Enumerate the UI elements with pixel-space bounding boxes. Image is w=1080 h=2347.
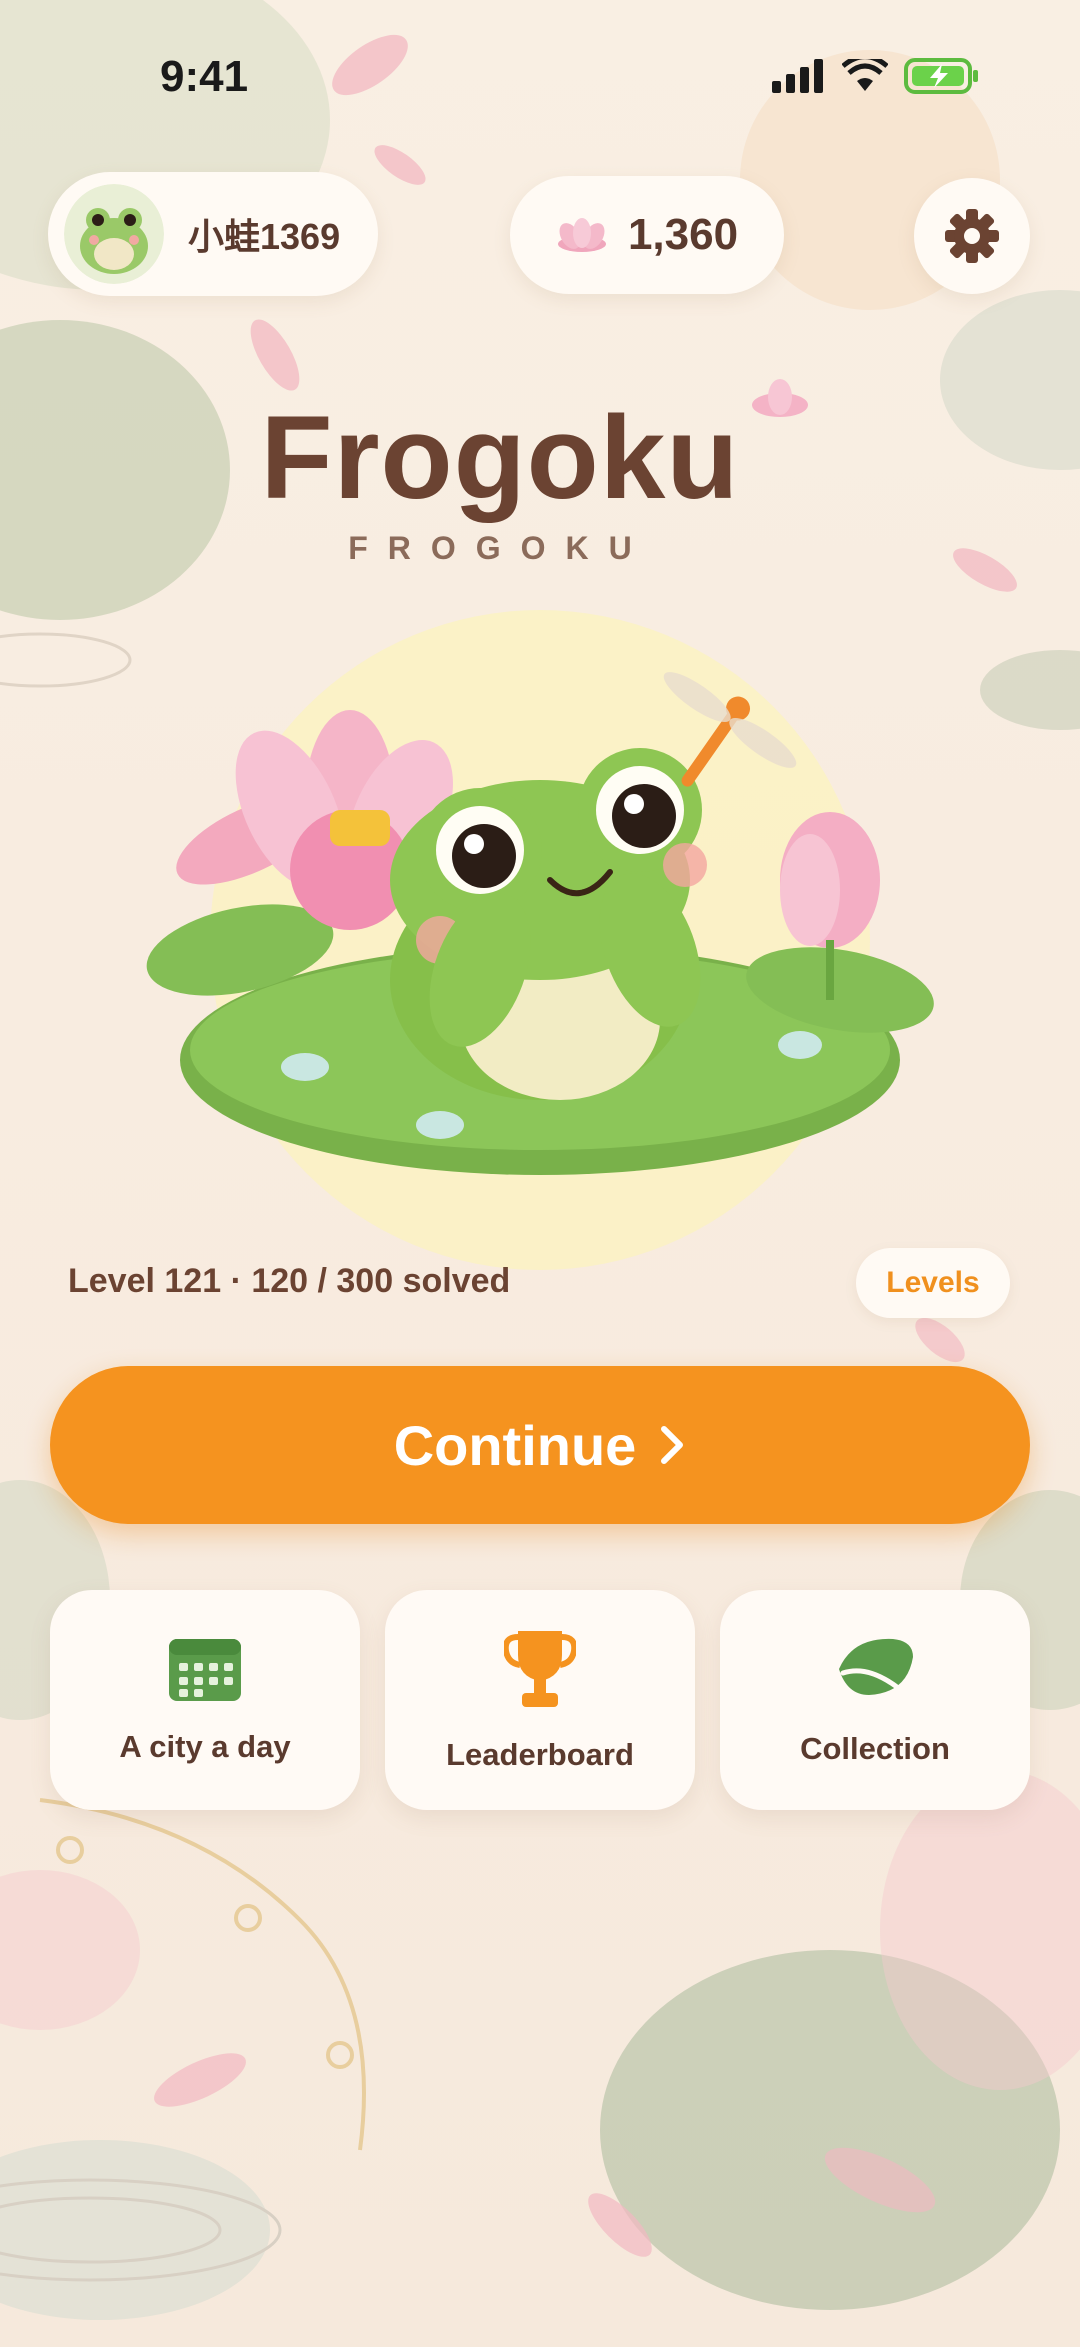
profile-name: 小蛙1369	[188, 216, 341, 257]
leaf-icon	[839, 1638, 914, 1702]
trophy-icon	[504, 1631, 576, 1707]
level-progress-text: Level 121 · 120 / 300 solved	[68, 1262, 511, 1300]
leaderboard-label: Leaderboard	[446, 1737, 634, 1772]
lotus-currency-counter[interactable]: 1,360	[510, 176, 784, 294]
leaderboard-card[interactable]: Leaderboard	[385, 1590, 695, 1810]
status-time: 9:41	[160, 52, 249, 101]
lotus-icon	[557, 218, 606, 252]
gear-icon	[945, 209, 999, 263]
daily-city-label: A city a day	[119, 1729, 291, 1764]
app-title: Frogoku	[260, 392, 740, 524]
chevron-right-icon	[661, 1426, 684, 1464]
settings-button[interactable]	[914, 178, 1030, 294]
wifi-icon	[842, 59, 888, 91]
daily-city-card[interactable]: A city a day	[50, 1590, 360, 1810]
profile-button[interactable]: 小蛙1369	[48, 172, 378, 296]
cellular-signal-icon	[772, 59, 823, 93]
app-subtitle: FROGOKU	[348, 530, 652, 566]
collection-label: Collection	[800, 1731, 950, 1766]
status-icons	[772, 58, 980, 94]
levels-button[interactable]: Levels	[856, 1248, 1010, 1318]
calendar-icon	[169, 1639, 241, 1701]
collection-card[interactable]: Collection	[720, 1590, 1030, 1810]
avatar	[64, 184, 164, 284]
background-scenery	[0, 0, 1080, 2347]
continue-label: Continue	[393, 1413, 637, 1477]
lotus-count: 1,360	[627, 210, 739, 259]
continue-button[interactable]: Continue	[50, 1366, 1030, 1524]
battery-charging-icon	[904, 58, 978, 94]
